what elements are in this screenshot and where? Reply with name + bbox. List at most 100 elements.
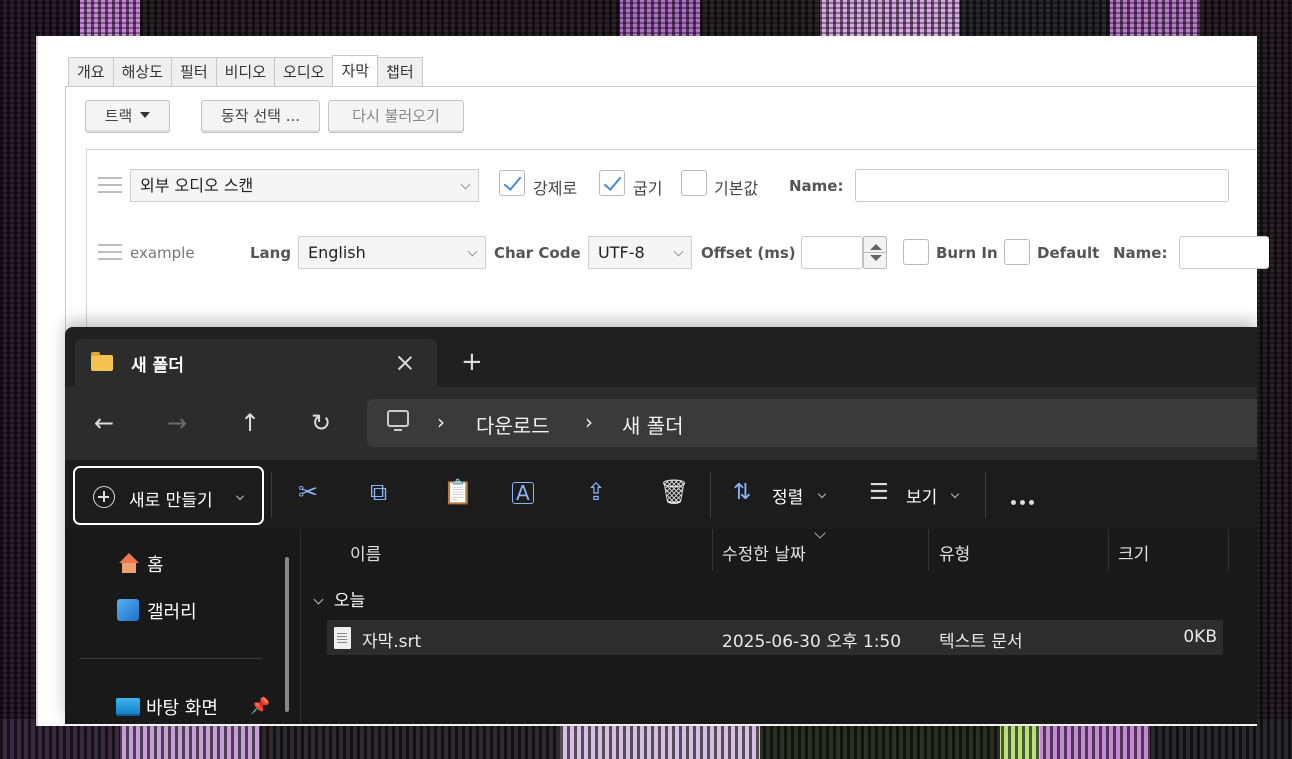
source-select[interactable]: 외부 오디오 스캔 [130, 169, 479, 202]
burnin-checkbox[interactable] [903, 239, 929, 265]
this-pc-icon[interactable] [387, 410, 409, 431]
sort-label[interactable]: 정렬 [772, 483, 803, 508]
column-divider[interactable] [1228, 529, 1229, 571]
reload-button[interactable]: 다시 불러오기 [328, 100, 464, 133]
column-header-modified[interactable]: 수정한 날짜 [722, 540, 806, 565]
default-checkbox[interactable] [681, 170, 707, 196]
column-divider[interactable] [1108, 529, 1109, 571]
back-icon[interactable]: ← [94, 411, 114, 435]
sidebar-item-desktop[interactable]: 바탕 화면 [146, 694, 218, 720]
name2-label: Name: [1113, 244, 1168, 262]
charcode-select[interactable]: UTF-8 [588, 236, 692, 269]
more-options-icon[interactable] [1011, 490, 1038, 509]
gallery-icon [117, 599, 139, 621]
track-button-label: 트랙 [104, 107, 133, 125]
group-label: 오늘 [334, 591, 366, 611]
breadcrumb-new-folder[interactable]: 새 폴더 [622, 410, 684, 439]
new-button-label: 새로 만들기 [129, 491, 213, 511]
view-label[interactable]: 보기 [906, 483, 937, 508]
column-divider[interactable] [928, 529, 929, 571]
caret-down-icon [140, 112, 151, 123]
desktop-icon [116, 698, 140, 716]
paste-icon[interactable]: 📋 [443, 480, 473, 504]
offset-stepper[interactable] [863, 236, 887, 269]
chevron-down-icon [313, 594, 324, 605]
refresh-icon[interactable]: ↻ [311, 411, 331, 435]
address-bar[interactable]: › 다운로드 › 새 폴더 [367, 399, 1257, 447]
copy-icon[interactable]: ⧉ [370, 480, 387, 504]
file-name: 자막.srt [362, 632, 422, 652]
sidebar-scrollbar[interactable] [285, 557, 289, 712]
new-tab-icon[interactable]: + [461, 349, 483, 375]
bold-label: 굽기 [633, 179, 663, 198]
group-header-today[interactable]: 오늘 [313, 586, 366, 611]
tab-overview[interactable]: 개요 [68, 57, 114, 87]
charcode-select-value: UTF-8 [598, 243, 645, 262]
column-header-type[interactable]: 유형 [939, 540, 970, 565]
cut-icon[interactable]: ✂ [298, 480, 318, 504]
sidebar-divider [79, 658, 262, 659]
navigation-pane: 홈 갤러리 바탕 화면 📌 [65, 529, 299, 724]
forward-icon[interactable]: → [167, 411, 187, 435]
view-icon[interactable]: ☰ [869, 482, 889, 504]
action-select-button[interactable]: 동작 선택 ... [201, 100, 320, 133]
rename-icon[interactable]: A [512, 482, 534, 504]
up-icon[interactable]: ↑ [240, 411, 260, 435]
file-row[interactable]: 자막.srt 2025-06-30 오후 1:50 텍스트 문서 0KB [327, 620, 1223, 655]
name-input[interactable] [855, 169, 1229, 202]
column-header-name[interactable]: 이름 [350, 540, 381, 565]
content-area: 홈 갤러리 바탕 화면 📌 이름 수정한 날짜 유형 크기 오늘 자막.srt … [65, 527, 1257, 724]
default-label: 기본값 [714, 179, 759, 198]
track-dropdown-button[interactable]: 트랙 [85, 100, 170, 133]
name-label: Name: [789, 177, 844, 195]
sidebar-item-home[interactable]: 홈 [147, 551, 164, 577]
offset-input[interactable] [801, 236, 863, 269]
title-bar: 새 폴더 + [65, 327, 1257, 387]
toolbar-divider [985, 472, 986, 518]
file-size: 0KB [1183, 627, 1217, 647]
explorer-tab[interactable]: 새 폴더 [75, 339, 437, 387]
name2-input[interactable] [1179, 236, 1269, 269]
pin-icon: 📌 [250, 696, 270, 715]
share-icon[interactable]: ⇪ [586, 480, 606, 504]
chevron-down-icon [673, 246, 684, 257]
file-type: 텍스트 문서 [939, 632, 1023, 652]
default2-label: Default [1037, 244, 1100, 262]
chevron-down-icon [235, 491, 245, 501]
lang-select[interactable]: English [298, 236, 486, 269]
burnin-label: Burn In [936, 244, 998, 262]
breadcrumb-separator: › [585, 410, 593, 434]
breadcrumb-separator: › [437, 410, 445, 434]
column-header-size[interactable]: 크기 [1118, 540, 1149, 565]
bold-checkbox[interactable] [599, 170, 625, 196]
column-divider[interactable] [712, 529, 713, 571]
charcode-label: Char Code [494, 244, 581, 262]
tab-chapters[interactable]: 챕터 [377, 57, 423, 87]
file-explorer-window: 새 폴더 + ← → ↑ ↻ › 다운로드 › 새 폴더 새로 만들기 ✂ ⧉ … [65, 327, 1257, 724]
breadcrumb-downloads[interactable]: 다운로드 [476, 410, 550, 439]
offset-label: Offset (ms) [701, 244, 796, 262]
file-modified: 2025-06-30 오후 1:50 [722, 632, 902, 652]
forced-checkbox[interactable] [499, 170, 525, 196]
command-bar: 새로 만들기 ✂ ⧉ 📋 A ⇪ 🗑 ⇅ 정렬 ☰ 보기 [65, 459, 1257, 529]
tab-subtitles[interactable]: 자막 [332, 55, 379, 86]
sidebar-item-gallery[interactable]: 갤러리 [147, 598, 197, 624]
chevron-down-icon [467, 246, 478, 257]
delete-icon[interactable]: 🗑 [659, 480, 689, 504]
plus-circle-icon [93, 486, 115, 508]
sort-icon[interactable]: ⇅ [733, 482, 751, 504]
lang-select-value: English [308, 243, 366, 262]
track-name: example [130, 244, 195, 262]
default2-checkbox[interactable] [1004, 239, 1030, 265]
forced-label: 강제로 [533, 179, 578, 198]
drag-handle-icon[interactable] [98, 244, 122, 262]
sort-indicator-icon [814, 527, 826, 539]
close-tab-icon[interactable] [397, 355, 413, 371]
new-button[interactable]: 새로 만들기 [73, 466, 264, 525]
drag-handle-icon[interactable] [98, 177, 122, 195]
tab-resolution[interactable]: 해상도 [112, 57, 173, 87]
tab-filter[interactable]: 필터 [171, 57, 217, 87]
tab-video[interactable]: 비디오 [215, 57, 276, 87]
toolbar-divider [710, 472, 711, 518]
tab-audio[interactable]: 오디오 [274, 57, 334, 87]
